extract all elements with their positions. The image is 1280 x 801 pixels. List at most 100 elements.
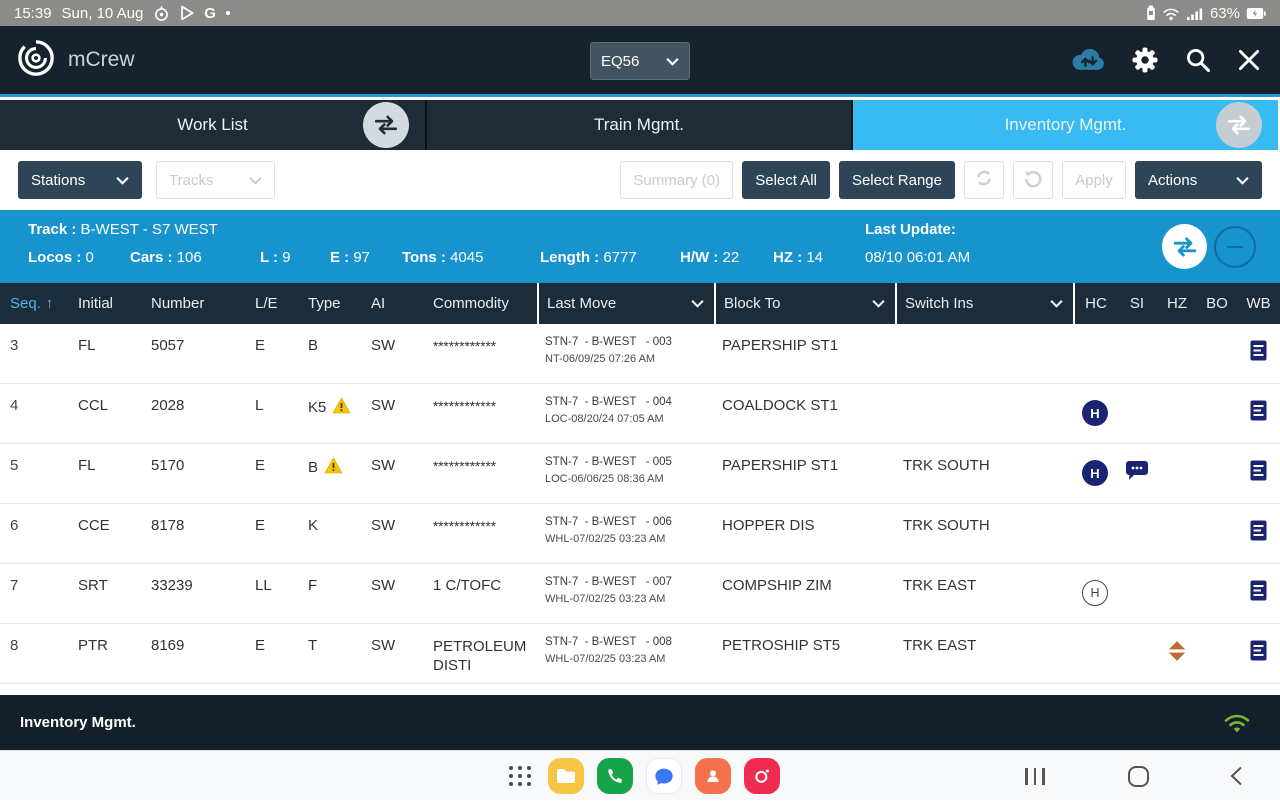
- cell-hc: [1073, 324, 1117, 383]
- cell-bo: [1197, 624, 1237, 683]
- last-update-value: 08/10 06:01 AM: [865, 249, 971, 266]
- cell-number: 5057: [151, 337, 185, 354]
- sort-asc-icon: ↑: [45, 295, 54, 312]
- empties-stat: E : 97: [330, 249, 371, 266]
- cell-type: F: [308, 577, 318, 594]
- cell-wb: [1237, 504, 1280, 563]
- table-row[interactable]: 8 PTR 8169 E T SW PETROLEUM DISTI STN-7 …: [0, 624, 1280, 684]
- column-block-to-dropdown[interactable]: Block To: [714, 283, 895, 324]
- cell-wb: [1237, 444, 1280, 503]
- waybill-document-icon[interactable]: [1250, 580, 1267, 605]
- cell-type: B: [300, 444, 363, 503]
- cell-si: [1117, 324, 1157, 383]
- google-icon: G: [204, 4, 216, 22]
- cell-seq: 8: [10, 637, 19, 654]
- track-stat: Track : B-WEST - S7 WEST: [28, 221, 218, 238]
- status-time: 15:39: [14, 4, 52, 22]
- tab-train-mgmt[interactable]: Train Mgmt.: [427, 100, 853, 150]
- comment-bubble-icon[interactable]: [1125, 460, 1149, 486]
- cell-le: L: [255, 397, 264, 414]
- cell-wb: [1237, 384, 1280, 443]
- camera-app-icon[interactable]: [744, 758, 780, 794]
- hold-filled-icon[interactable]: H: [1082, 400, 1108, 426]
- cell-block-to: HOPPER DIS: [722, 517, 815, 534]
- tab-work-list-label: Work List: [177, 115, 248, 134]
- search-icon[interactable]: [1184, 46, 1212, 74]
- stations-dropdown[interactable]: Stations: [18, 161, 142, 199]
- cell-hc: H: [1073, 384, 1117, 443]
- cell-si: [1117, 564, 1157, 623]
- cell-ai: SW: [371, 637, 396, 654]
- cell-bo: [1197, 504, 1237, 563]
- actions-dropdown[interactable]: Actions: [1135, 161, 1262, 199]
- refresh-icon: [974, 168, 994, 192]
- table-row[interactable]: 4 CCL 2028 L K5 SW ************ STN-7 - …: [0, 384, 1280, 444]
- cell-number: 33239: [151, 577, 193, 594]
- close-icon[interactable]: [1236, 47, 1262, 73]
- chevron-down-icon: [1236, 176, 1249, 185]
- waybill-document-icon[interactable]: [1250, 460, 1267, 485]
- work-list-swap-icon[interactable]: [363, 102, 409, 148]
- messages-app-icon[interactable]: [646, 758, 682, 794]
- cell-bo: [1197, 384, 1237, 443]
- cell-type: K5: [300, 384, 363, 443]
- waybill-document-icon[interactable]: [1250, 340, 1267, 365]
- home-button[interactable]: [1128, 766, 1149, 787]
- phone-app-icon[interactable]: [597, 758, 633, 794]
- wifi-status-icon: [1162, 6, 1180, 21]
- battery-percent: 63%: [1209, 4, 1240, 22]
- hazmat-diamond-icon[interactable]: [1166, 640, 1188, 666]
- cell-hz: [1157, 564, 1197, 623]
- waybill-document-icon[interactable]: [1250, 640, 1267, 665]
- table-row[interactable]: 3 FL 5057 E B SW ************ STN-7 - B-…: [0, 324, 1280, 384]
- settings-gear-icon[interactable]: [1130, 45, 1160, 75]
- summary-swap-icon[interactable]: [1162, 224, 1207, 269]
- table-row[interactable]: 6 CCE 8178 E K SW ************ STN-7 - B…: [0, 504, 1280, 564]
- select-all-button[interactable]: Select All: [742, 161, 830, 199]
- select-range-button[interactable]: Select Range: [838, 161, 955, 199]
- cell-type: B: [308, 337, 319, 354]
- tab-work-list[interactable]: Work List: [0, 100, 427, 150]
- inventory-swap-icon[interactable]: [1216, 102, 1262, 148]
- waybill-document-icon[interactable]: [1250, 400, 1267, 425]
- summary-button[interactable]: Summary (0): [620, 161, 734, 199]
- cell-seq: 5: [10, 457, 19, 474]
- cell-last-move: STN-7 - B-WEST - 008 WHL-07/02/25 03:23 …: [545, 636, 672, 665]
- table-row[interactable]: 7 SRT 33239 LL F SW 1 C/TOFC STN-7 - B-W…: [0, 564, 1280, 624]
- cell-hc: [1073, 624, 1117, 683]
- cell-commodity: ************: [433, 519, 497, 534]
- cell-block-to: COMPSHIP ZIM: [722, 577, 832, 594]
- contacts-app-icon[interactable]: [695, 758, 731, 794]
- actions-dropdown-label: Actions: [1148, 171, 1198, 189]
- files-app-icon[interactable]: [548, 758, 584, 794]
- hold-filled-icon[interactable]: H: [1082, 460, 1108, 486]
- tracks-dropdown[interactable]: Tracks: [156, 161, 275, 199]
- app-drawer-icon[interactable]: [506, 763, 535, 789]
- collapse-minus-button[interactable]: [1214, 226, 1256, 268]
- loads-stat: L : 9: [260, 249, 291, 266]
- cell-si: [1117, 384, 1157, 443]
- cell-initial: FL: [78, 337, 96, 354]
- equipment-selector-dropdown[interactable]: EQ56: [590, 42, 690, 80]
- column-last-move-dropdown[interactable]: Last Move: [537, 283, 714, 324]
- back-button[interactable]: [1230, 766, 1243, 786]
- cloud-sync-icon[interactable]: [1070, 47, 1106, 74]
- undo-icon: [1023, 168, 1043, 192]
- warning-icon: [324, 457, 343, 478]
- column-switch-ins-dropdown[interactable]: Switch Ins: [895, 283, 1073, 324]
- tab-inventory-mgmt[interactable]: Inventory Mgmt.: [853, 100, 1278, 150]
- filter-toolbar: Stations Tracks Summary (0) Select All S…: [0, 150, 1280, 210]
- recents-button[interactable]: [1025, 768, 1045, 785]
- hz-stat: HZ : 14: [773, 249, 824, 266]
- column-seq[interactable]: Seq. ↑: [0, 283, 70, 324]
- cell-si: [1117, 444, 1157, 503]
- refresh-button[interactable]: [964, 161, 1004, 199]
- hold-outline-icon[interactable]: H: [1082, 580, 1108, 606]
- cell-hz: [1157, 504, 1197, 563]
- cell-switch-ins: [895, 384, 1073, 443]
- table-row[interactable]: 5 FL 5170 E B SW ************ STN-7 - B-…: [0, 444, 1280, 504]
- apply-button[interactable]: Apply: [1062, 161, 1126, 199]
- waybill-document-icon[interactable]: [1250, 520, 1267, 545]
- chevron-down-icon: [666, 57, 679, 66]
- undo-button[interactable]: [1013, 161, 1053, 199]
